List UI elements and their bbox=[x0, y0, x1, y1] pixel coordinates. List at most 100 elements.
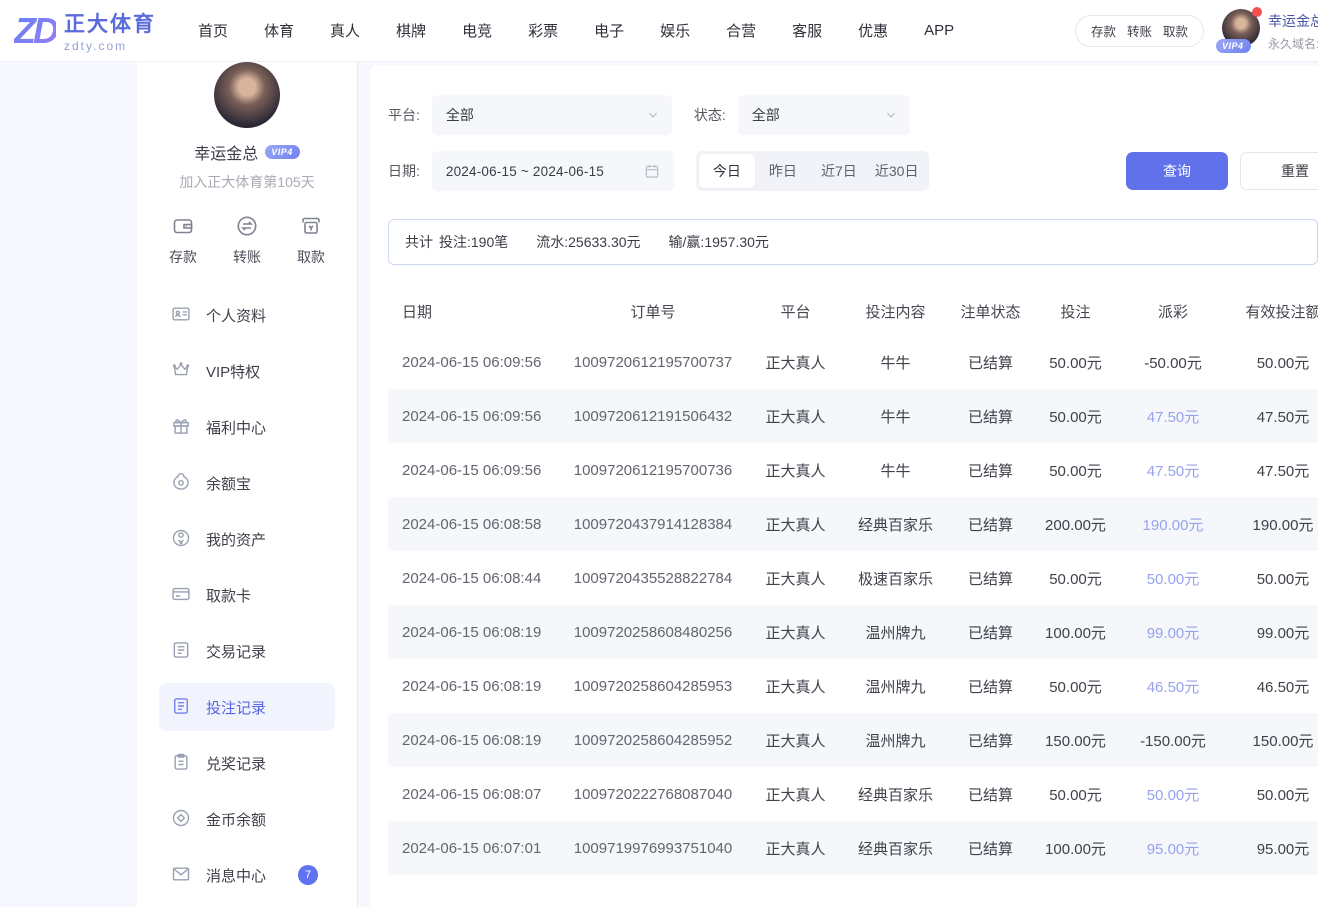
sidebar-item-vip[interactable]: VIP特权 bbox=[159, 347, 335, 395]
id-card-icon bbox=[171, 304, 191, 327]
brand-logo[interactable]: ZD 正大体育 zdty.com bbox=[14, 8, 156, 53]
range-7days-button[interactable]: 近7日 bbox=[811, 154, 867, 188]
table-row[interactable]: 2024-06-15 06:08:19 1009720258608480256 … bbox=[388, 605, 1318, 659]
cell-valid: 50.00元 bbox=[1228, 784, 1318, 805]
sidebar-item-bet-records[interactable]: 投注记录 bbox=[159, 683, 335, 731]
cell-bet: 50.00元 bbox=[1033, 460, 1118, 481]
cell-platform: 正大真人 bbox=[748, 352, 843, 373]
sidebar-item-assets[interactable]: 我的资产 bbox=[159, 515, 335, 563]
reset-button[interactable]: 重置 bbox=[1240, 152, 1318, 190]
nav-item-partnership[interactable]: 合营 bbox=[726, 20, 756, 41]
cell-bet: 200.00元 bbox=[1033, 514, 1118, 535]
cell-order: 1009720258604285953 bbox=[558, 678, 748, 695]
table-row[interactable]: 2024-06-15 06:09:56 1009720612195700737 … bbox=[388, 335, 1318, 389]
sidebar-menu: 个人资料 VIP特权 福利中心 余额宝 我的资产 取款卡 交易记录 投注记录 bbox=[137, 291, 357, 907]
search-button[interactable]: 查询 bbox=[1126, 152, 1228, 190]
transaction-record-icon bbox=[171, 640, 191, 663]
coin-balance-icon bbox=[171, 808, 191, 831]
sidebar-item-profile[interactable]: 个人资料 bbox=[159, 291, 335, 339]
cell-status: 已结算 bbox=[948, 514, 1033, 535]
nav-item-slots[interactable]: 电子 bbox=[594, 20, 624, 41]
cell-order: 1009720612191506432 bbox=[558, 408, 748, 425]
redeem-record-icon bbox=[171, 752, 191, 775]
nav-item-app[interactable]: APP bbox=[924, 22, 954, 39]
header-transfer-link[interactable]: 转账 bbox=[1127, 21, 1152, 40]
sidebar-item-welfare[interactable]: 福利中心 bbox=[159, 403, 335, 451]
top-header: ZD 正大体育 zdty.com 首页 体育 真人 棋牌 电竞 彩票 电子 娱乐… bbox=[0, 0, 1318, 62]
cell-bet: 50.00元 bbox=[1033, 406, 1118, 427]
withdraw-button[interactable]: 取款 bbox=[297, 214, 325, 267]
table-row[interactable]: 2024-06-15 06:08:44 1009720435528822784 … bbox=[388, 551, 1318, 605]
status-label: 状态: bbox=[694, 105, 726, 125]
range-30days-button[interactable]: 近30日 bbox=[867, 154, 927, 188]
table-row[interactable]: 2024-06-15 06:08:19 1009720258604285953 … bbox=[388, 659, 1318, 713]
nav-item-esports[interactable]: 电竞 bbox=[462, 20, 492, 41]
nav-item-home[interactable]: 首页 bbox=[198, 20, 228, 41]
header-deposit-link[interactable]: 存款 bbox=[1091, 21, 1116, 40]
cell-content: 极速百家乐 bbox=[843, 568, 948, 589]
status-select[interactable]: 全部 bbox=[738, 95, 910, 135]
cell-date: 2024-06-15 06:07:01 bbox=[388, 840, 558, 857]
range-yesterday-button[interactable]: 昨日 bbox=[755, 154, 811, 188]
filter-row-platform: 平台: 全部 状态: 全部 bbox=[388, 95, 1318, 135]
cell-order: 1009720258608480256 bbox=[558, 624, 748, 641]
nav-item-live[interactable]: 真人 bbox=[330, 20, 360, 41]
sidebar-item-transaction-records[interactable]: 交易记录 bbox=[159, 627, 335, 675]
nav-item-promo[interactable]: 优惠 bbox=[858, 20, 888, 41]
table-row[interactable]: 2024-06-15 06:09:56 1009720612195700736 … bbox=[388, 443, 1318, 497]
cell-date: 2024-06-15 06:08:19 bbox=[388, 732, 558, 749]
cell-order: 1009720258604285952 bbox=[558, 732, 748, 749]
cell-content: 温州牌九 bbox=[843, 730, 948, 751]
date-label: 日期: bbox=[388, 161, 420, 181]
cell-status: 已结算 bbox=[948, 352, 1033, 373]
header-withdraw-link[interactable]: 取款 bbox=[1163, 21, 1188, 40]
platform-select[interactable]: 全部 bbox=[432, 95, 672, 135]
col-payout: 派彩 bbox=[1118, 301, 1228, 322]
cell-platform: 正大真人 bbox=[748, 730, 843, 751]
calendar-icon[interactable] bbox=[644, 163, 660, 179]
sidebar-item-redeem-records[interactable]: 兑奖记录 bbox=[159, 739, 335, 787]
header-user-block[interactable]: VIP4 幸运金总 永久域名: bbox=[1222, 9, 1318, 52]
nav-item-sports[interactable]: 体育 bbox=[264, 20, 294, 41]
date-range-input[interactable]: 2024-06-15 ~ 2024-06-15 bbox=[432, 151, 674, 191]
cell-content: 牛牛 bbox=[843, 460, 948, 481]
table-row[interactable]: 2024-06-15 06:08:58 1009720437914128384 … bbox=[388, 497, 1318, 551]
range-today-button[interactable]: 今日 bbox=[699, 154, 755, 188]
cell-platform: 正大真人 bbox=[748, 406, 843, 427]
cell-order: 1009720612195700737 bbox=[558, 354, 748, 371]
filter-row-date: 日期: 2024-06-15 ~ 2024-06-15 今日 昨日 近7日 近3… bbox=[388, 151, 1318, 191]
profile-avatar[interactable] bbox=[214, 62, 280, 128]
col-content: 投注内容 bbox=[843, 301, 948, 322]
cell-platform: 正大真人 bbox=[748, 676, 843, 697]
nav-item-entertainment[interactable]: 娱乐 bbox=[660, 20, 690, 41]
nav-item-cards[interactable]: 棋牌 bbox=[396, 20, 426, 41]
sidebar-item-withdraw-card[interactable]: 取款卡 bbox=[159, 571, 335, 619]
cell-bet: 50.00元 bbox=[1033, 568, 1118, 589]
deposit-wallet-icon bbox=[171, 214, 195, 241]
bet-records-panel: 平台: 全部 状态: 全部 日期: 2024-06-15 ~ 2024-06-1… bbox=[370, 65, 1318, 907]
notification-dot bbox=[1252, 7, 1262, 17]
brand-logo-icon: ZD bbox=[14, 13, 56, 49]
assets-icon bbox=[171, 528, 191, 551]
table-row[interactable]: 2024-06-15 06:07:01 1009719976993751040 … bbox=[388, 821, 1318, 875]
table-row[interactable]: 2024-06-15 06:09:56 1009720612191506432 … bbox=[388, 389, 1318, 443]
nav-item-service[interactable]: 客服 bbox=[792, 20, 822, 41]
sidebar-item-coin-balance[interactable]: 金币余额 bbox=[159, 795, 335, 843]
transfer-button[interactable]: 转账 bbox=[233, 214, 261, 267]
platform-label: 平台: bbox=[388, 105, 420, 125]
cell-date: 2024-06-15 06:08:19 bbox=[388, 624, 558, 641]
bet-records-table: 日期 订单号 平台 投注内容 注单状态 投注 派彩 有效投注额 2024-06-… bbox=[388, 287, 1318, 875]
cell-order: 1009720612195700736 bbox=[558, 462, 748, 479]
sidebar-item-yuebao[interactable]: 余额宝 bbox=[159, 459, 335, 507]
nav-item-lottery[interactable]: 彩票 bbox=[528, 20, 558, 41]
permanent-domain-label: 永久域名: bbox=[1268, 35, 1318, 52]
table-row[interactable]: 2024-06-15 06:08:19 1009720258604285952 … bbox=[388, 713, 1318, 767]
crown-icon bbox=[171, 360, 191, 383]
cell-bet: 150.00元 bbox=[1033, 730, 1118, 751]
cell-date: 2024-06-15 06:09:56 bbox=[388, 354, 558, 371]
summary-turnover: 流水:25633.30元 bbox=[536, 232, 640, 252]
sidebar-item-message-center[interactable]: 消息中心 7 bbox=[159, 851, 335, 899]
deposit-button[interactable]: 存款 bbox=[169, 214, 197, 267]
table-row[interactable]: 2024-06-15 06:08:07 1009720222768087040 … bbox=[388, 767, 1318, 821]
cell-date: 2024-06-15 06:09:56 bbox=[388, 408, 558, 425]
